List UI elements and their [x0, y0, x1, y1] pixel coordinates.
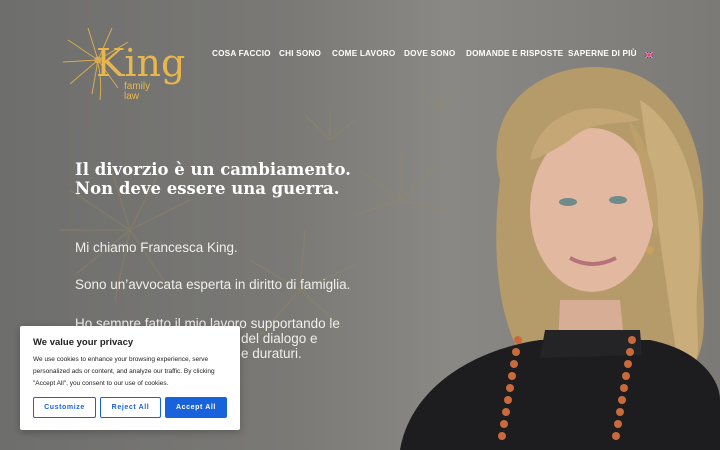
accept-all-button[interactable]: Accept All	[165, 397, 227, 418]
headline-line-1: Il divorzio è un cambiamento.	[75, 160, 351, 179]
headline-line-2: Non deve essere una guerra.	[75, 179, 340, 198]
customize-button[interactable]: Customize	[33, 397, 96, 418]
hero-headline: Il divorzio è un cambiamento. Non deve e…	[75, 160, 351, 198]
intro-approach-line-3: e duraturi.	[241, 346, 302, 361]
nav-domande-risposte[interactable]: DOMANDE E RISPOSTE	[466, 49, 563, 58]
portrait-image	[400, 66, 720, 450]
nav-dove-sono[interactable]: DOVE SONO	[404, 49, 455, 58]
cookie-description-line-1: We use cookies to enhance your browsing …	[33, 356, 209, 363]
cookie-consent-banner: We value your privacy We use cookies to …	[20, 326, 240, 430]
cookie-description-line-3: "Accept All", you consent to our use of …	[33, 380, 169, 387]
intro-approach-line-2: del dialogo e	[241, 331, 318, 346]
nav-saperne-di-piu[interactable]: SAPERNE DI PIÙ	[568, 49, 637, 58]
cookie-title: We value your privacy	[33, 337, 134, 348]
cookie-description: We use cookies to enhance your browsing …	[33, 354, 231, 390]
logo-subtitle-law: law	[124, 91, 140, 102]
nav-cosa-faccio[interactable]: COSA FACCIO	[212, 49, 271, 58]
nav-chi-sono[interactable]: CHI SONO	[279, 49, 321, 58]
nav-come-lavoro[interactable]: COME LAVORO	[332, 49, 395, 58]
uk-flag-icon[interactable]	[645, 52, 653, 58]
cookie-description-line-2: personalized ads or content, and analyze…	[33, 368, 215, 375]
reject-all-button[interactable]: Reject All	[100, 397, 161, 418]
intro-role: Sono un’avvocata esperta in diritto di f…	[75, 277, 351, 292]
logo-text[interactable]: King	[96, 44, 185, 82]
intro-name: Mi chiamo Francesca King.	[75, 240, 238, 255]
